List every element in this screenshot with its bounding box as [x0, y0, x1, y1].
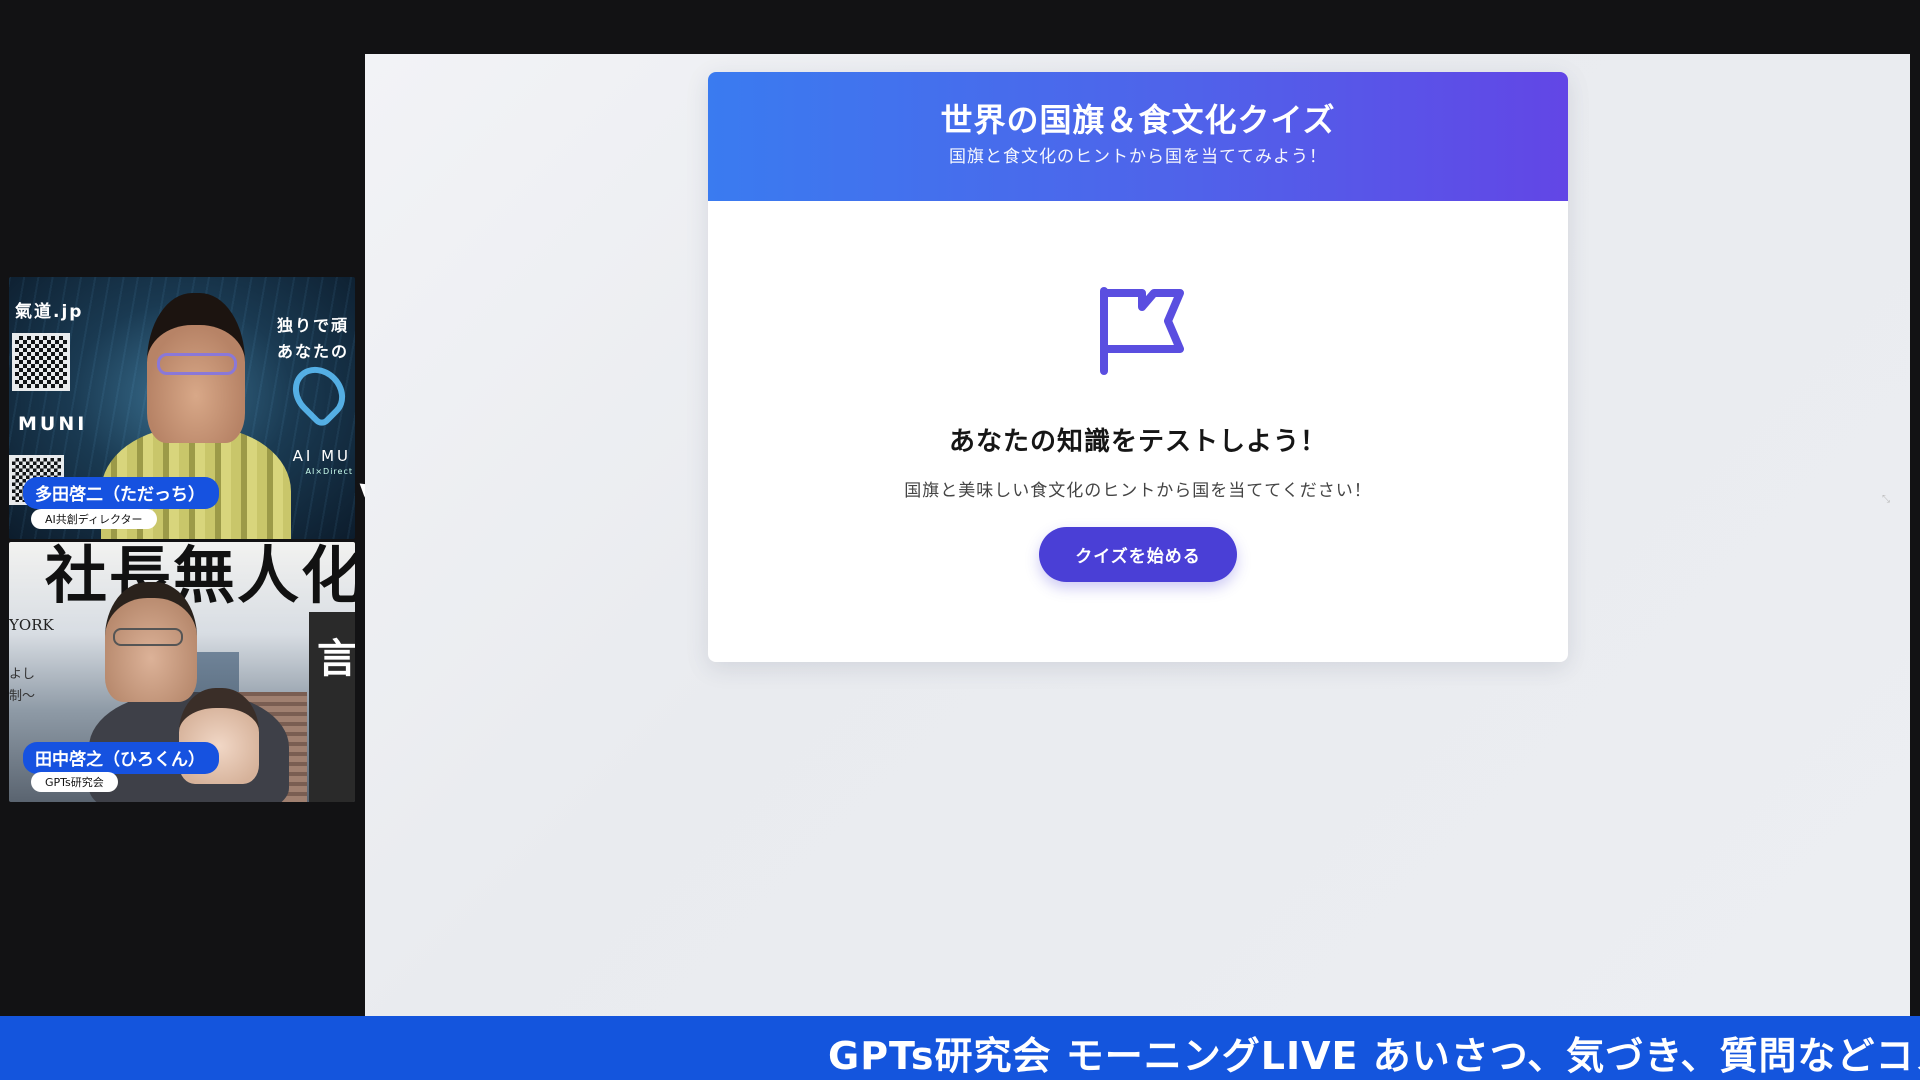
quiz-heading: あなたの知識をテストしよう！ — [948, 427, 1327, 457]
participant-name-badge: 多田啓二（ただっち） — [23, 477, 219, 509]
background-aidirector-text: AI×Direct — [305, 467, 353, 476]
background-tagline-line: あなたの — [276, 342, 349, 361]
screen-edge-icon: ⤡ — [1882, 494, 1890, 505]
glasses — [157, 353, 237, 375]
background-building: 言 — [309, 612, 355, 802]
participant-video-tile-1[interactable]: 氣道.jp MUNI 独りで頑 あなたの AI MU AI×Direct 多田啓… — [9, 277, 355, 539]
background-side-line: よし — [9, 667, 36, 682]
background-side-line: 制～ — [9, 689, 36, 704]
background-muni-text: MUNI — [18, 413, 88, 435]
background-aimu-text: AI MU — [292, 447, 351, 465]
live-ticker-bar: GPTs研究会 モーニングLIVE あいさつ、気づき、質問などコメ — [0, 1016, 1920, 1080]
participant-video-tile-2[interactable]: 言 社長無人化 YORK よし 制～ 田中啓之（ひろくん） GPTs研究会 — [9, 542, 355, 802]
background-tagline: 独りで頑 あなたの — [277, 313, 349, 365]
background-tagline-line: 独りで頑 — [276, 316, 349, 335]
background-glyph: 言 — [317, 635, 355, 682]
participant-name-badge: 田中啓之（ひろくん） — [23, 742, 219, 774]
quiz-card: 世界の国旗＆食文化クイズ 国旗と食文化のヒントから国を当ててみよう！ あなたの知… — [708, 72, 1568, 662]
start-quiz-button[interactable]: クイズを始める — [1039, 527, 1237, 582]
ticker-text: GPTs研究会 モーニングLIVE あいさつ、気づき、質問などコメ — [828, 1034, 1920, 1078]
video-call-stage: 氣道.jp MUNI 独りで頑 あなたの AI MU AI×Direct 多田啓… — [0, 0, 1920, 1080]
participant-role-badge: AI共創ディレクター — [31, 509, 157, 529]
shared-screen: 世界の国旗＆食文化クイズ 国旗と食文化のヒントから国を当ててみよう！ あなたの知… — [365, 54, 1910, 1016]
background-side-text: よし 制～ — [9, 664, 35, 708]
glasses — [113, 628, 183, 646]
quiz-description: 国旗と美味しい食文化のヒントから国を当ててください！ — [904, 481, 1372, 501]
background-brand-text: 氣道.jp — [15, 302, 84, 322]
quiz-title: 世界の国旗＆食文化クイズ — [940, 101, 1336, 139]
background-banner-text: 社長無人化 — [45, 542, 355, 612]
background-york-text: YORK — [9, 616, 54, 634]
quiz-body: あなたの知識をテストしよう！ 国旗と美味しい食文化のヒントから国を当ててください… — [708, 281, 1568, 582]
qr-code-image — [12, 333, 70, 391]
quiz-subtitle: 国旗と食文化のヒントから国を当ててみよう！ — [949, 147, 1327, 167]
flag-icon — [1100, 287, 1184, 375]
participant-role-badge: GPTs研究会 — [31, 772, 118, 792]
quiz-header: 世界の国旗＆食文化クイズ 国旗と食文化のヒントから国を当ててみよう！ — [708, 72, 1568, 201]
